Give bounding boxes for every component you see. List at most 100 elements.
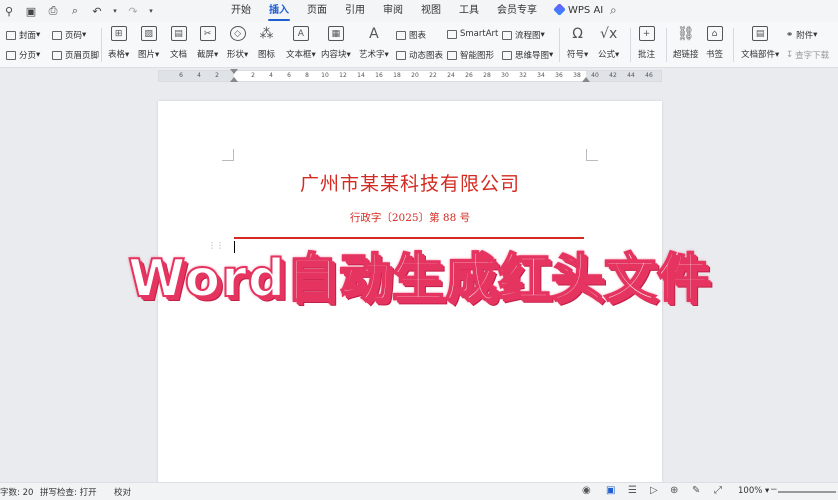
- art-text-button[interactable]: A 艺术字▾: [359, 26, 389, 61]
- undo-icon[interactable]: ↶: [90, 5, 104, 18]
- textbox-button[interactable]: A 文本框▾: [286, 26, 316, 60]
- comment-icon: +: [638, 26, 655, 41]
- content-block-button[interactable]: ▦ 内容块▾: [321, 26, 351, 60]
- smart-shape-button[interactable]: 智能图形: [447, 49, 494, 61]
- zoom-level[interactable]: 100% ▾: [738, 486, 769, 496]
- comment-button[interactable]: + 批注: [638, 26, 655, 60]
- pen-icon[interactable]: ✎: [692, 485, 700, 496]
- cover-icon: [6, 30, 16, 40]
- page-number-button[interactable]: 页码 ▾: [52, 29, 86, 41]
- hyperlink-button[interactable]: ⛓ 超链接: [673, 25, 699, 61]
- shape-button[interactable]: ◇ 形状▾: [227, 26, 248, 60]
- print-preview-icon[interactable]: ⌕: [68, 4, 82, 18]
- more-dropdown-icon[interactable]: ▾: [148, 7, 154, 15]
- ruler-tick: 32: [519, 72, 527, 79]
- ribbon-separator: [559, 28, 560, 62]
- tab-tools[interactable]: 工具: [450, 0, 488, 22]
- dynamic-chart-label: 动态图表: [409, 51, 444, 61]
- save-icon[interactable]: ▣: [24, 5, 38, 18]
- tab-references[interactable]: 引用: [336, 0, 374, 22]
- margin-corner-top-right: [586, 149, 598, 161]
- mindmap-button[interactable]: 思维导图 ▾: [502, 49, 553, 61]
- ruler-tick: 14: [357, 72, 365, 79]
- tab-insert[interactable]: 插入: [260, 0, 298, 22]
- page-number-icon: [52, 30, 62, 40]
- tab-member[interactable]: 会员专享: [488, 0, 546, 22]
- web-view-icon[interactable]: ⊕: [670, 485, 678, 496]
- dynamic-chart-button[interactable]: 动态图表: [396, 49, 443, 61]
- smartart-label: SmartArt: [460, 29, 499, 39]
- file-label: 文档: [170, 50, 188, 60]
- eye-protection-icon[interactable]: ◉: [582, 485, 591, 496]
- margin-corner-top-left: [222, 149, 234, 161]
- ribbon-separator: [666, 28, 667, 62]
- file-button[interactable]: ▤ 文档: [170, 26, 187, 60]
- proofread-button[interactable]: 校对: [114, 486, 131, 498]
- tab-wps-ai[interactable]: WPS AI: [546, 0, 612, 22]
- ruler-tick: 18: [393, 72, 401, 79]
- tab-view[interactable]: 视图: [412, 0, 450, 22]
- ruler-tick: 34: [537, 72, 545, 79]
- link-icon: ⛓: [676, 25, 695, 42]
- ruler-tick: 2: [215, 72, 219, 79]
- ruler-tick: 40: [591, 72, 599, 79]
- zoom-slider[interactable]: [778, 491, 836, 493]
- page-view-icon[interactable]: ▣: [606, 485, 615, 496]
- page-break-button[interactable]: 分页 ▾: [6, 49, 40, 61]
- symbol-button[interactable]: Ω 符号▾: [567, 26, 589, 61]
- outline-view-icon[interactable]: ☰: [628, 485, 637, 496]
- more-button[interactable]: ↧ 查字下载: [786, 49, 829, 61]
- ruler-tick: 36: [555, 72, 563, 79]
- ribbon-separator: [101, 28, 102, 62]
- screenshot-button[interactable]: ✂ 截屏▾: [197, 26, 218, 60]
- more-label: 查字下载: [795, 51, 830, 61]
- flowchart-button[interactable]: 流程图 ▾: [502, 29, 545, 41]
- fit-page-icon[interactable]: ⤢: [714, 485, 722, 496]
- textbox-icon: A: [292, 26, 309, 41]
- redo-icon[interactable]: ↷: [126, 5, 140, 18]
- mindmap-label: 思维导图: [515, 51, 550, 61]
- horizontal-ruler[interactable]: 6 4 2 2 4 6 8 10 12 14 16 18 20 22 24 26…: [158, 69, 662, 82]
- shape-label: 形状▾: [227, 50, 249, 60]
- status-bar: 字数: 20 拼写检查: 打开 校对 ◉ ▣ ☰ ▷ ⊕ ✎ ⤢ 100% ▾ …: [0, 482, 838, 500]
- zoom-out-icon[interactable]: −: [770, 485, 778, 495]
- content-block-icon: ▦: [327, 26, 344, 41]
- tab-home[interactable]: 开始: [222, 0, 260, 22]
- ribbon-tabs: 开始 插入 页面 引用 审阅 视图 工具 会员专享 WPS AI: [222, 0, 612, 22]
- formula-button[interactable]: √x 公式▾: [598, 26, 619, 61]
- word-count[interactable]: 字数: 20: [0, 486, 33, 498]
- attachment-button[interactable]: ⚭ 附件 ▾: [786, 29, 817, 41]
- doc-parts-label: 文档部件▾: [741, 50, 780, 60]
- icon-library-icon: ⁂: [259, 25, 274, 42]
- doc-parts-button[interactable]: ▤ 文档部件▾: [741, 26, 779, 60]
- wps-ai-icon: [553, 3, 566, 16]
- bookmark-button[interactable]: ⌂ 书签: [706, 26, 723, 60]
- ruler-tick: 24: [447, 72, 455, 79]
- right-indent-marker[interactable]: [582, 77, 590, 82]
- tab-review[interactable]: 审阅: [374, 0, 412, 22]
- pin-icon[interactable]: ⚲: [2, 5, 16, 18]
- cover-button[interactable]: 封面 ▾: [6, 29, 40, 41]
- first-line-indent-marker[interactable]: [230, 69, 238, 74]
- print-icon[interactable]: ⎙: [46, 4, 60, 18]
- icon-label: 图标: [258, 50, 276, 60]
- ribbon-insert: 封面 ▾ 页码 ▾ 分页 ▾ 页眉页脚 ⊞ 表格▾ ▨ 图片▾ ▤ 文档 ✂ 截屏▾ ◇ 形状▾…: [0, 22, 838, 68]
- table-icon: ⊞: [110, 26, 127, 41]
- smartart-button[interactable]: SmartArt: [447, 29, 498, 39]
- symbol-label: 符号▾: [567, 50, 589, 60]
- undo-dropdown-icon[interactable]: ▾: [112, 7, 118, 15]
- picture-label: 图片▾: [138, 50, 160, 60]
- bookmark-icon: ⌂: [706, 26, 723, 41]
- ruler-tick: 28: [483, 72, 491, 79]
- header-footer-button[interactable]: 页眉页脚: [52, 49, 99, 61]
- icon-button[interactable]: ⁂ 图标: [258, 25, 276, 61]
- spell-check-status[interactable]: 拼写检查: 打开: [40, 486, 97, 498]
- chart-button[interactable]: 图表: [396, 29, 426, 41]
- picture-button[interactable]: ▨ 图片▾: [138, 26, 159, 60]
- table-button[interactable]: ⊞ 表格▾: [108, 26, 129, 60]
- left-indent-marker[interactable]: [230, 77, 238, 82]
- play-icon[interactable]: ▷: [650, 485, 658, 496]
- search-icon[interactable]: ⌕: [610, 3, 617, 18]
- tab-page[interactable]: 页面: [298, 0, 336, 22]
- comment-label: 批注: [638, 50, 656, 60]
